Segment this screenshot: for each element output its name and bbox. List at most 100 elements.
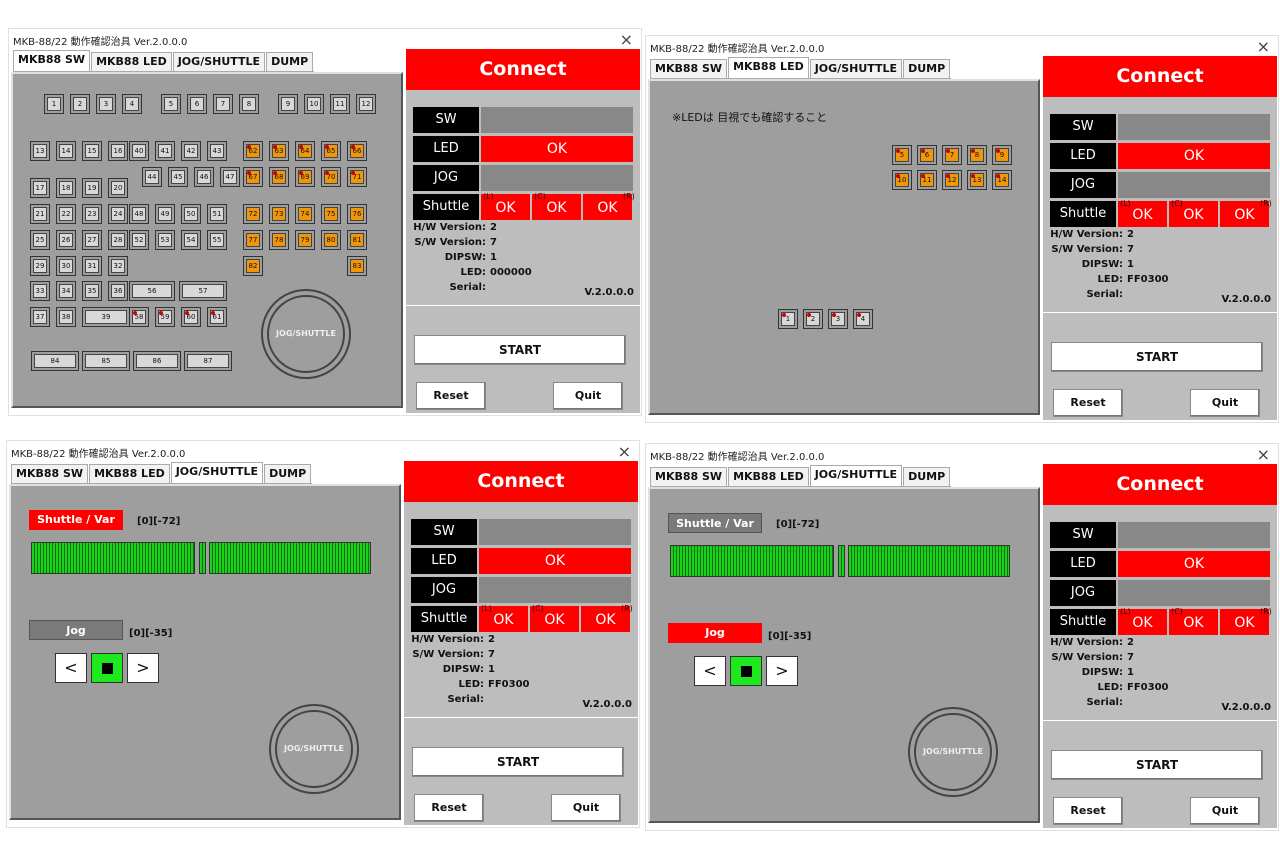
key-button[interactable]: 29 — [30, 256, 50, 276]
tab-2[interactable]: JOG/SHUTTLE — [172, 52, 266, 71]
key-button[interactable]: 34 — [56, 281, 76, 301]
tab-3[interactable]: DUMP — [903, 59, 951, 78]
key-button[interactable]: 27 — [82, 230, 102, 250]
key-button[interactable]: 12 — [356, 94, 376, 114]
key-button[interactable]: 8 — [239, 94, 259, 114]
key-button[interactable]: 84 — [31, 351, 79, 371]
quit-button[interactable]: Quit — [551, 794, 621, 822]
key-button[interactable]: 69 — [295, 167, 315, 187]
jog-shuttle-dial[interactable]: JOG/SHUTTLE — [908, 707, 998, 797]
key-button[interactable]: 15 — [82, 141, 102, 161]
key-button[interactable]: 41 — [155, 141, 175, 161]
quit-button[interactable]: Quit — [1190, 389, 1260, 417]
key-button[interactable]: 10 — [304, 94, 324, 114]
key-button[interactable]: 58 — [129, 307, 149, 327]
key-button[interactable]: 9 — [992, 145, 1012, 165]
jog-next-button[interactable]: > — [766, 656, 798, 686]
key-button[interactable]: 14 — [56, 141, 76, 161]
key-button[interactable]: 32 — [108, 256, 128, 276]
key-button[interactable]: 81 — [347, 230, 367, 250]
key-button[interactable]: 46 — [194, 167, 214, 187]
key-button[interactable]: 30 — [56, 256, 76, 276]
key-button[interactable]: 16 — [108, 141, 128, 161]
key-button[interactable]: 8 — [967, 145, 987, 165]
key-button[interactable]: 5 — [892, 145, 912, 165]
key-button[interactable]: 86 — [133, 351, 181, 371]
close-icon[interactable]: × — [620, 30, 633, 49]
key-button[interactable]: 5 — [161, 94, 181, 114]
key-button[interactable]: 39 — [82, 307, 130, 327]
key-button[interactable]: 13 — [30, 141, 50, 161]
key-button[interactable]: 11 — [917, 170, 937, 190]
reset-button[interactable]: Reset — [1053, 389, 1123, 417]
key-button[interactable]: 47 — [220, 167, 240, 187]
key-button[interactable]: 35 — [82, 281, 102, 301]
start-button[interactable]: START — [412, 747, 624, 777]
key-button[interactable]: 31 — [82, 256, 102, 276]
key-button[interactable]: 4 — [122, 94, 142, 114]
tab-0[interactable]: MKB88 SW — [11, 464, 89, 483]
tab-0[interactable]: MKB88 SW — [13, 50, 91, 71]
jog-stop-button[interactable] — [91, 653, 123, 683]
close-icon[interactable]: × — [1257, 37, 1270, 56]
key-button[interactable]: 13 — [967, 170, 987, 190]
tab-3[interactable]: DUMP — [264, 464, 312, 483]
key-button[interactable]: 25 — [30, 230, 50, 250]
key-button[interactable]: 2 — [70, 94, 90, 114]
tab-0[interactable]: MKB88 SW — [650, 467, 728, 486]
reset-button[interactable]: Reset — [414, 794, 484, 822]
key-button[interactable]: 76 — [347, 204, 367, 224]
key-button[interactable]: 43 — [207, 141, 227, 161]
key-button[interactable]: 77 — [243, 230, 263, 250]
key-button[interactable]: 53 — [155, 230, 175, 250]
tab-3[interactable]: DUMP — [266, 52, 314, 71]
key-button[interactable]: 20 — [108, 178, 128, 198]
start-button[interactable]: START — [414, 335, 626, 365]
key-button[interactable]: 57 — [179, 281, 227, 301]
key-button[interactable]: 36 — [108, 281, 128, 301]
key-button[interactable]: 7 — [942, 145, 962, 165]
key-button[interactable]: 56 — [129, 281, 175, 301]
key-button[interactable]: 23 — [82, 204, 102, 224]
close-icon[interactable]: × — [1257, 445, 1270, 464]
key-button[interactable]: 6 — [187, 94, 207, 114]
key-button[interactable]: 72 — [243, 204, 263, 224]
key-button[interactable]: 2 — [803, 309, 823, 329]
key-button[interactable]: 55 — [207, 230, 227, 250]
key-button[interactable]: 60 — [181, 307, 201, 327]
key-button[interactable]: 11 — [330, 94, 350, 114]
key-button[interactable]: 4 — [853, 309, 873, 329]
key-button[interactable]: 7 — [213, 94, 233, 114]
key-button[interactable]: 63 — [269, 141, 289, 161]
key-button[interactable]: 87 — [184, 351, 232, 371]
key-button[interactable]: 85 — [82, 351, 130, 371]
key-button[interactable]: 79 — [295, 230, 315, 250]
key-button[interactable]: 48 — [129, 204, 149, 224]
close-icon[interactable]: × — [618, 442, 631, 461]
key-button[interactable]: 73 — [269, 204, 289, 224]
key-button[interactable]: 44 — [142, 167, 162, 187]
key-button[interactable]: 1 — [44, 94, 64, 114]
key-button[interactable]: 18 — [56, 178, 76, 198]
start-button[interactable]: START — [1051, 750, 1263, 780]
tab-1[interactable]: MKB88 LED — [91, 52, 172, 71]
start-button[interactable]: START — [1051, 342, 1263, 372]
key-button[interactable]: 14 — [992, 170, 1012, 190]
key-button[interactable]: 62 — [243, 141, 263, 161]
jog-stop-button[interactable] — [730, 656, 762, 686]
key-button[interactable]: 33 — [30, 281, 50, 301]
key-button[interactable]: 71 — [347, 167, 367, 187]
tab-2[interactable]: JOG/SHUTTLE — [809, 465, 903, 486]
key-button[interactable]: 65 — [321, 141, 341, 161]
key-button[interactable]: 51 — [207, 204, 227, 224]
key-button[interactable]: 6 — [917, 145, 937, 165]
key-button[interactable]: 59 — [155, 307, 175, 327]
key-button[interactable]: 74 — [295, 204, 315, 224]
key-button[interactable]: 9 — [278, 94, 298, 114]
tab-0[interactable]: MKB88 SW — [650, 59, 728, 78]
tab-3[interactable]: DUMP — [903, 467, 951, 486]
key-button[interactable]: 82 — [243, 256, 263, 276]
key-button[interactable]: 37 — [30, 307, 50, 327]
jog-shuttle-dial[interactable]: JOG/SHUTTLE — [261, 289, 351, 379]
key-button[interactable]: 3 — [828, 309, 848, 329]
